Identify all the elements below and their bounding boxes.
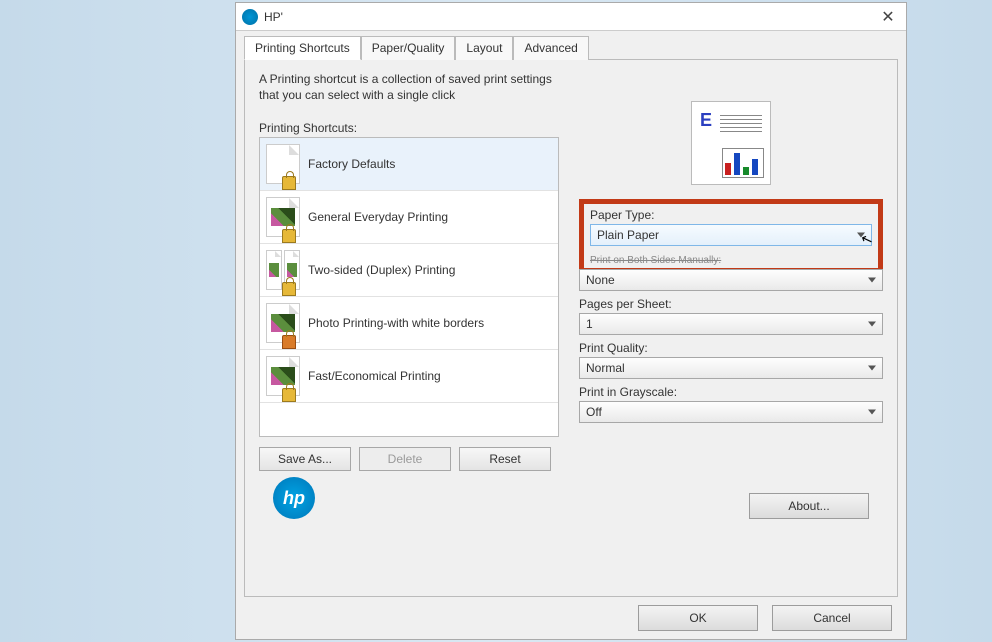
lock-icon bbox=[282, 229, 296, 243]
save-as-button[interactable]: Save As... bbox=[259, 447, 351, 471]
paper-type-select[interactable]: Plain Paper ↖ bbox=[590, 224, 872, 246]
preview-letter: E bbox=[700, 110, 712, 131]
tab-label: Printing Shortcuts bbox=[255, 41, 350, 55]
shortcut-photo-borders[interactable]: Photo Printing-with white borders bbox=[260, 297, 558, 350]
both-sides-label-obscured: Print on Both Sides Manually: bbox=[590, 255, 721, 266]
dialog-button-row: OK Cancel bbox=[236, 597, 906, 639]
pages-per-sheet-select[interactable]: 1 bbox=[579, 313, 883, 335]
tab-advanced[interactable]: Advanced bbox=[513, 36, 588, 60]
hp-logo-icon bbox=[242, 9, 258, 25]
shortcut-label: General Everyday Printing bbox=[308, 210, 448, 224]
tab-label: Layout bbox=[466, 41, 502, 55]
lock-icon bbox=[282, 335, 296, 349]
paper-type-label: Paper Type: bbox=[590, 208, 872, 222]
ok-button[interactable]: OK bbox=[638, 605, 758, 631]
tab-layout[interactable]: Layout bbox=[455, 36, 513, 60]
titlebar: HP' ✕ bbox=[236, 3, 906, 31]
shortcut-duplex[interactable]: Two-sided (Duplex) Printing bbox=[260, 244, 558, 297]
preview-chart-icon bbox=[722, 148, 764, 178]
chevron-down-icon bbox=[868, 366, 876, 371]
paper-type-value: Plain Paper bbox=[597, 228, 659, 242]
shortcut-fast-economical[interactable]: Fast/Economical Printing bbox=[260, 350, 558, 403]
tab-label: Paper/Quality bbox=[372, 41, 445, 55]
shortcut-factory-defaults[interactable]: Factory Defaults bbox=[260, 138, 558, 191]
grayscale-label: Print in Grayscale: bbox=[579, 385, 883, 399]
pages-per-sheet-label: Pages per Sheet: bbox=[579, 297, 883, 311]
intro-text: A Printing shortcut is a collection of s… bbox=[259, 72, 559, 103]
pages-per-sheet-value: 1 bbox=[586, 317, 593, 331]
shortcuts-heading: Printing Shortcuts: bbox=[259, 121, 559, 135]
tab-printing-shortcuts[interactable]: Printing Shortcuts bbox=[244, 36, 361, 60]
chevron-down-icon bbox=[868, 278, 876, 283]
shortcut-label: Photo Printing-with white borders bbox=[308, 316, 484, 330]
grayscale-select[interactable]: Off bbox=[579, 401, 883, 423]
delete-button: Delete bbox=[359, 447, 451, 471]
chevron-down-icon bbox=[868, 322, 876, 327]
lock-icon bbox=[282, 176, 296, 190]
tab-panel: A Printing shortcut is a collection of s… bbox=[244, 59, 898, 597]
about-button[interactable]: About... bbox=[749, 493, 869, 519]
hp-logo-icon: hp bbox=[273, 477, 315, 519]
lock-icon bbox=[282, 388, 296, 402]
chevron-down-icon bbox=[868, 410, 876, 415]
window-title: HP' bbox=[264, 10, 283, 24]
paper-type-highlight: Paper Type: Plain Paper ↖ Print on Both … bbox=[579, 199, 883, 273]
shortcuts-list: Factory Defaults General Everyday Printi… bbox=[259, 137, 559, 437]
lock-icon bbox=[282, 282, 296, 296]
tab-row: Printing Shortcuts Paper/Quality Layout … bbox=[244, 35, 906, 59]
print-quality-value: Normal bbox=[586, 361, 625, 375]
shortcut-general-everyday[interactable]: General Everyday Printing bbox=[260, 191, 558, 244]
shortcut-label: Factory Defaults bbox=[308, 157, 395, 171]
cancel-button[interactable]: Cancel bbox=[772, 605, 892, 631]
reset-button[interactable]: Reset bbox=[459, 447, 551, 471]
both-sides-value: None bbox=[586, 273, 615, 287]
print-preferences-dialog: HP' ✕ Printing Shortcuts Paper/Quality L… bbox=[235, 2, 907, 640]
tab-label: Advanced bbox=[524, 41, 577, 55]
print-quality-label: Print Quality: bbox=[579, 341, 883, 355]
shortcut-label: Fast/Economical Printing bbox=[308, 369, 441, 383]
print-quality-select[interactable]: Normal bbox=[579, 357, 883, 379]
grayscale-value: Off bbox=[586, 405, 602, 419]
page-preview: E bbox=[691, 101, 771, 185]
tab-paper-quality[interactable]: Paper/Quality bbox=[361, 36, 456, 60]
chevron-down-icon bbox=[857, 233, 865, 238]
shortcut-label: Two-sided (Duplex) Printing bbox=[308, 263, 455, 277]
close-icon[interactable]: ✕ bbox=[878, 7, 898, 27]
both-sides-select[interactable]: None bbox=[579, 269, 883, 291]
